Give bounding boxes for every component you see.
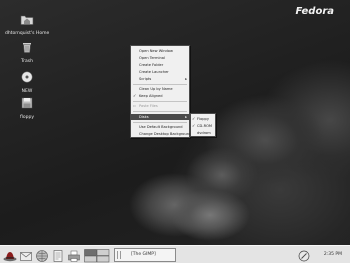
office-icon[interactable] bbox=[51, 248, 65, 262]
desktop-icon-floppy[interactable]: floppy bbox=[5, 94, 49, 120]
menu-item-paste-files: ▫ Paste Files bbox=[133, 103, 158, 108]
menu-item-use-default-background[interactable]: Use Default Background bbox=[131, 124, 189, 130]
submenu-item-dvdrom[interactable]: dvdrom bbox=[191, 130, 215, 136]
menu-separator bbox=[133, 122, 187, 123]
menu-item-change-desktop-background[interactable]: Change Desktop Background bbox=[131, 131, 191, 137]
desktop[interactable]: Fedora dhtornquist's Home Trash NEW flop… bbox=[0, 0, 350, 245]
task-handle-icon bbox=[117, 251, 121, 259]
menu-separator bbox=[133, 101, 187, 102]
menu-separator bbox=[133, 84, 187, 85]
desktop-icon-label: Trash bbox=[21, 59, 33, 64]
taskbar-button-gimp[interactable]: [The GIMP] bbox=[114, 248, 176, 262]
menu-item-open-terminal[interactable]: Open Terminal bbox=[131, 55, 189, 61]
menu-item-keep-aligned[interactable]: ✓ Keep Aligned bbox=[131, 93, 189, 99]
desktop-icon-trash[interactable]: Trash bbox=[5, 38, 49, 64]
panel-clock[interactable]: 2:35 PM bbox=[324, 246, 342, 263]
bottom-panel: [The GIMP] 2:35 PM bbox=[0, 245, 350, 263]
submenu-item-cdrom[interactable]: ✓ CD-ROM bbox=[191, 123, 215, 129]
submenu-arrow-icon: ▸ bbox=[185, 115, 187, 119]
disks-submenu: ✓ Floppy ✓ CD-ROM dvdrom bbox=[190, 113, 216, 137]
desktop-icon-label: dhtornquist's Home bbox=[5, 31, 50, 36]
checkmark-icon: ✓ bbox=[192, 116, 196, 121]
desktop-icon-cd[interactable]: NEW bbox=[5, 68, 49, 94]
menu-item-clean-up-by-name[interactable]: Clean Up by Name bbox=[131, 86, 189, 92]
home-folder-icon bbox=[5, 10, 49, 29]
fedora-logo: Fedora bbox=[295, 6, 334, 17]
checkmark-icon: ✓ bbox=[133, 93, 137, 98]
checkmark-icon: ✓ bbox=[192, 123, 196, 128]
network-status-icon[interactable] bbox=[297, 248, 311, 262]
menu-item-scripts[interactable]: Scripts ▸ bbox=[131, 76, 189, 82]
menu-separator bbox=[133, 111, 187, 112]
fedora-hat-icon[interactable] bbox=[3, 248, 17, 262]
desktop-icon-label: floppy bbox=[20, 115, 34, 120]
desktop-context-menu: Open New Window Open Terminal Create Fol… bbox=[130, 45, 191, 138]
printer-icon[interactable] bbox=[67, 248, 81, 262]
menu-item-open-new-window[interactable]: Open New Window bbox=[131, 48, 189, 54]
workspace-switcher-icon[interactable] bbox=[84, 248, 110, 263]
submenu-item-floppy[interactable]: ✓ Floppy bbox=[191, 116, 215, 122]
web-browser-icon[interactable] bbox=[35, 248, 49, 262]
submenu-arrow-icon: ▸ bbox=[185, 77, 187, 81]
floppy-drive-icon bbox=[5, 94, 49, 113]
paste-icon: ▫ bbox=[133, 103, 136, 108]
desktop-icon-home[interactable]: dhtornquist's Home bbox=[5, 10, 49, 36]
menu-item-create-launcher[interactable]: Create Launcher bbox=[131, 69, 189, 75]
cd-disc-icon bbox=[5, 68, 49, 87]
menu-item-disks[interactable]: Disks ▸ bbox=[131, 114, 189, 120]
email-icon[interactable] bbox=[19, 248, 33, 262]
menu-item-create-folder[interactable]: Create Folder bbox=[131, 62, 189, 68]
trash-icon bbox=[5, 38, 49, 57]
